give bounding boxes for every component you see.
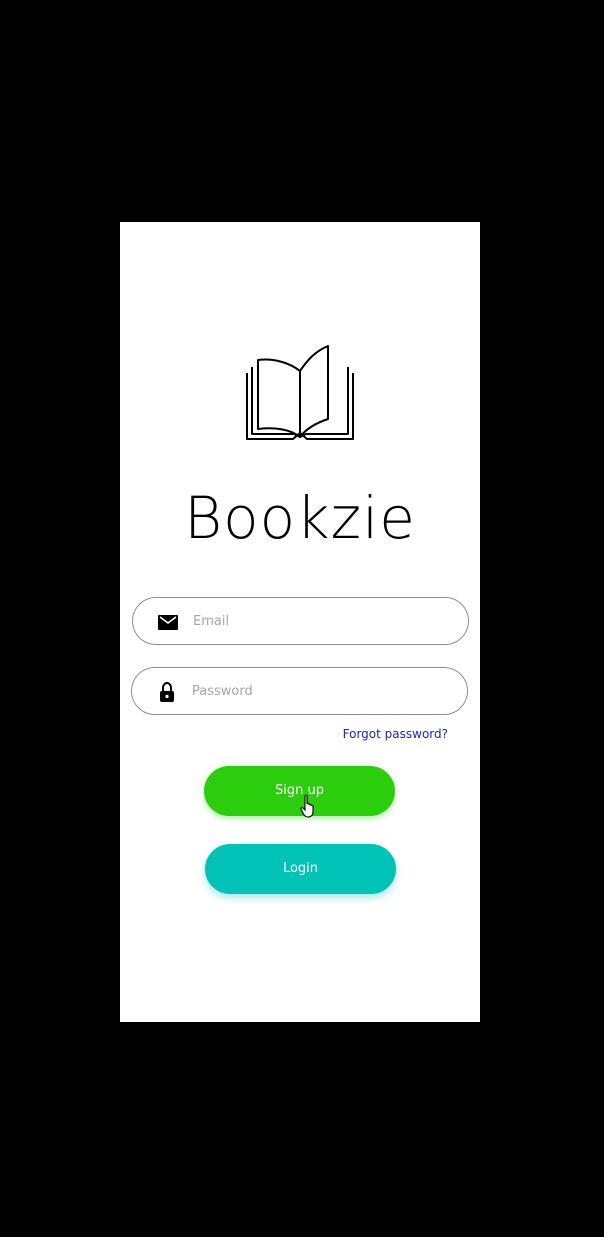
envelope-icon (158, 615, 178, 630)
forgot-password-link[interactable]: Forgot password? (343, 727, 448, 741)
open-book-icon (246, 345, 354, 440)
lock-icon (160, 682, 174, 702)
email-field[interactable] (132, 597, 469, 645)
login-screen: Bookzie Forgot password? Sign up Login (120, 222, 480, 1022)
signup-button[interactable]: Sign up (204, 766, 395, 816)
password-field[interactable] (131, 667, 468, 715)
email-input[interactable] (193, 598, 443, 644)
password-input[interactable] (192, 668, 442, 714)
app-title: Bookzie (184, 484, 416, 552)
login-button[interactable]: Login (205, 844, 396, 894)
